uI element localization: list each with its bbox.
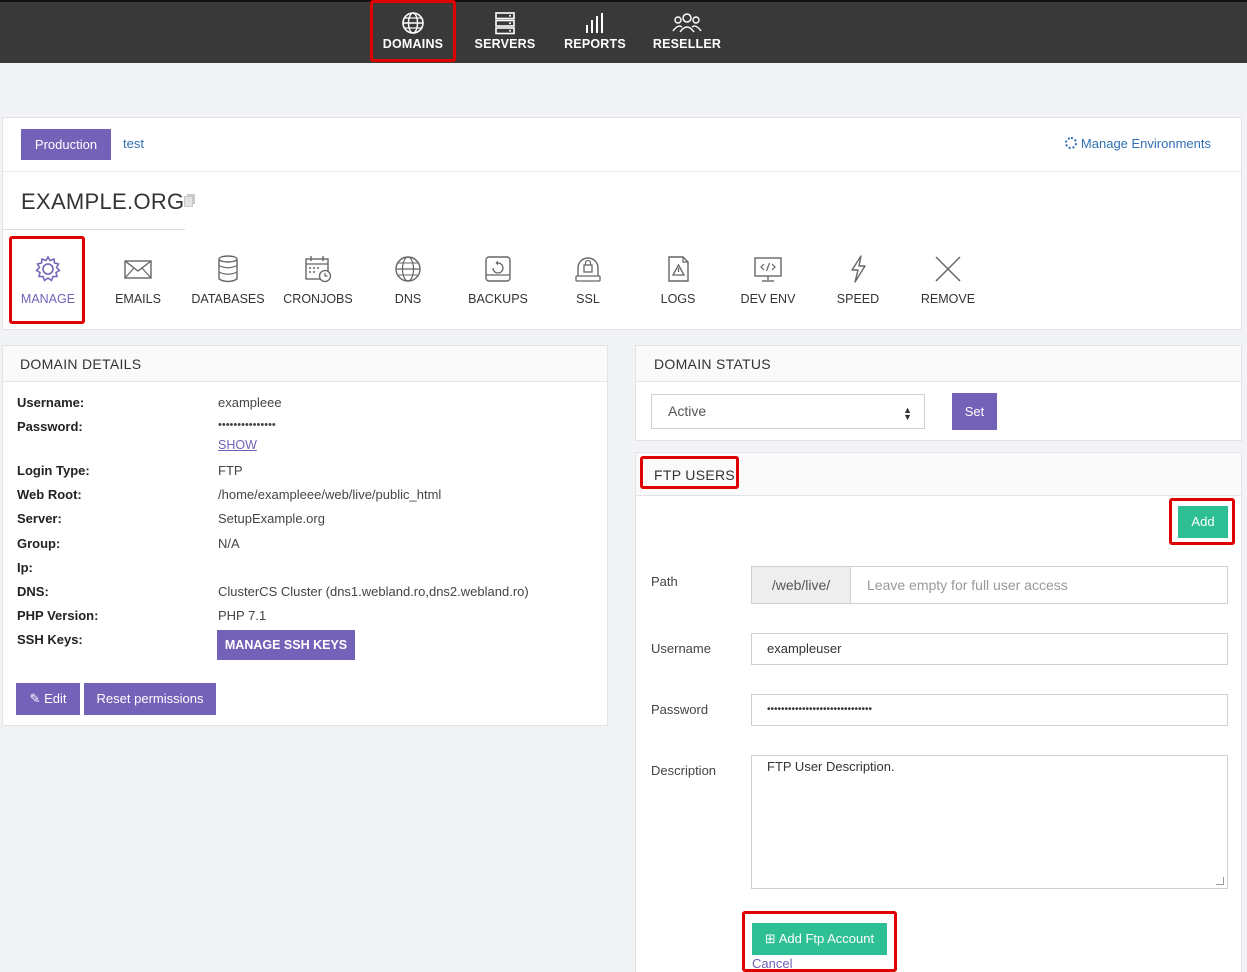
tool-dev-env-label: DEV ENV <box>740 292 796 306</box>
resize-handle[interactable] <box>1216 877 1224 885</box>
server-icon <box>495 12 515 35</box>
nav-servers[interactable]: SERVERS <box>468 2 542 63</box>
password-input[interactable]: •••••••••••••••••••••••••••••• <box>751 694 1228 726</box>
tool-dev-env[interactable]: DEV ENV <box>723 254 813 306</box>
envelope-icon <box>124 260 152 279</box>
tool-ssl[interactable]: SSL <box>543 254 633 306</box>
domain-details-heading: DOMAIN DETAILS <box>3 346 607 382</box>
edit-button-label: Edit <box>44 691 67 706</box>
divider <box>3 229 185 230</box>
description-label: Description <box>651 763 717 778</box>
nav-reseller[interactable]: RESELLER <box>648 2 726 63</box>
description-textarea[interactable]: FTP User Description. <box>751 755 1228 889</box>
tool-emails-label: EMAILS <box>115 292 161 306</box>
ftp-users-panel: FTP USERS Add Path /web/live/ Leave empt… <box>635 452 1242 972</box>
page-title: EXAMPLE.ORG <box>21 189 185 214</box>
users-icon <box>672 13 702 33</box>
description-text: FTP User Description. <box>767 759 895 774</box>
tool-logs[interactable]: LOGS <box>633 254 723 306</box>
tool-databases[interactable]: DATABASES <box>183 254 273 306</box>
detail-label: Login Type: <box>17 463 90 478</box>
path-prefix: /web/live/ <box>751 566 851 604</box>
nav-servers-label: SERVERS <box>474 37 536 51</box>
select-arrows-icon: ▲ ▼ <box>903 405 912 422</box>
username-label: Username <box>651 641 711 656</box>
log-file-icon <box>668 256 689 282</box>
password-mask: ••••••••••••••• <box>218 419 276 431</box>
domain-header-panel: Production test Manage Environments EXAM… <box>2 117 1242 330</box>
tool-backups-label: BACKUPS <box>468 292 528 306</box>
path-input[interactable]: Leave empty for full user access <box>850 566 1228 604</box>
reset-permissions-button[interactable]: Reset permissions <box>84 683 216 715</box>
highlight-manage <box>9 236 85 324</box>
detail-value: SetupExample.org <box>218 511 325 526</box>
detail-label: DNS: <box>17 584 49 599</box>
domain-status-heading: DOMAIN STATUS <box>636 346 1241 382</box>
highlight-add <box>1169 498 1235 545</box>
highlight-ftp-users <box>640 456 739 489</box>
tool-emails[interactable]: EMAILS <box>93 254 183 306</box>
detail-label: SSH Keys: <box>17 632 83 647</box>
detail-label: Username: <box>17 395 85 410</box>
copy-icon[interactable] <box>184 194 196 207</box>
tool-backups[interactable]: BACKUPS <box>453 254 543 306</box>
tool-logs-label: LOGS <box>660 292 696 306</box>
divider <box>3 171 1241 172</box>
path-label: Path <box>651 574 678 589</box>
backup-drive-icon <box>485 256 511 282</box>
tool-dns[interactable]: DNS <box>363 254 453 306</box>
show-password-link[interactable]: SHOW <box>218 438 257 452</box>
calendar-icon <box>305 256 332 283</box>
tool-cronjobs-label: CRONJOBS <box>283 292 353 306</box>
tool-dns-label: DNS <box>394 292 422 306</box>
detail-value: FTP <box>218 463 243 478</box>
highlight-add-ftp-account <box>742 911 897 972</box>
username-input[interactable]: exampleuser <box>751 633 1228 665</box>
domain-status-value: Active <box>668 403 707 419</box>
lightning-icon <box>851 255 866 283</box>
domain-status-select[interactable]: Active ▲ ▼ <box>651 394 925 429</box>
nav-reports[interactable]: REPORTS <box>558 2 632 63</box>
nav-reports-label: REPORTS <box>564 37 626 51</box>
detail-label: PHP Version: <box>17 608 99 623</box>
close-icon <box>935 256 961 282</box>
domain-details-panel: DOMAIN DETAILS Username: exampleee Passw… <box>2 345 608 726</box>
password-label: Password <box>651 702 709 717</box>
database-icon <box>218 255 238 283</box>
detail-label: Ip: <box>17 560 33 575</box>
gear-icon <box>1064 137 1077 149</box>
detail-label: Password: <box>17 419 83 434</box>
detail-label: Server: <box>17 511 62 526</box>
detail-value: N/A <box>218 536 240 551</box>
tab-test[interactable]: test <box>123 136 144 151</box>
globe-icon <box>395 256 421 282</box>
tool-cronjobs[interactable]: CRONJOBS <box>273 254 363 306</box>
highlight-domains <box>370 0 456 62</box>
set-status-button[interactable]: Set <box>952 393 997 430</box>
detail-label: Group: <box>17 536 61 551</box>
tool-remove-label: REMOVE <box>920 292 976 306</box>
detail-value: ClusterCS Cluster (dns1.webland.ro,dns2.… <box>218 584 529 599</box>
top-navigation-bar: DOMAINS SERVERS REPORTS RESELLER <box>0 0 1247 63</box>
manage-environments-label: Manage Environments <box>1080 136 1211 151</box>
edit-button[interactable]: ✎ Edit <box>16 683 80 715</box>
pencil-icon: ✎ <box>29 691 41 706</box>
manage-environments-link[interactable]: Manage Environments <box>1064 136 1211 151</box>
tool-remove[interactable]: REMOVE <box>903 254 993 306</box>
tool-databases-label: DATABASES <box>191 292 265 306</box>
tool-ssl-label: SSL <box>576 292 600 306</box>
tool-speed-label: SPEED <box>836 292 880 306</box>
ssl-lock-icon <box>575 257 601 282</box>
detail-value: /home/exampleee/web/live/public_html <box>218 487 442 502</box>
detail-value: PHP 7.1 <box>218 608 267 623</box>
detail-label: Web Root: <box>17 487 82 502</box>
manage-ssh-keys-button[interactable]: MANAGE SSH KEYS <box>217 630 355 660</box>
tab-production[interactable]: Production <box>21 129 111 160</box>
detail-value: exampleee <box>218 395 282 410</box>
tool-speed[interactable]: SPEED <box>813 254 903 306</box>
nav-reseller-label: RESELLER <box>652 37 722 51</box>
monitor-code-icon <box>754 257 782 282</box>
bar-chart-icon <box>586 13 603 33</box>
domain-status-panel: DOMAIN STATUS Active ▲ ▼ Set <box>635 345 1242 441</box>
